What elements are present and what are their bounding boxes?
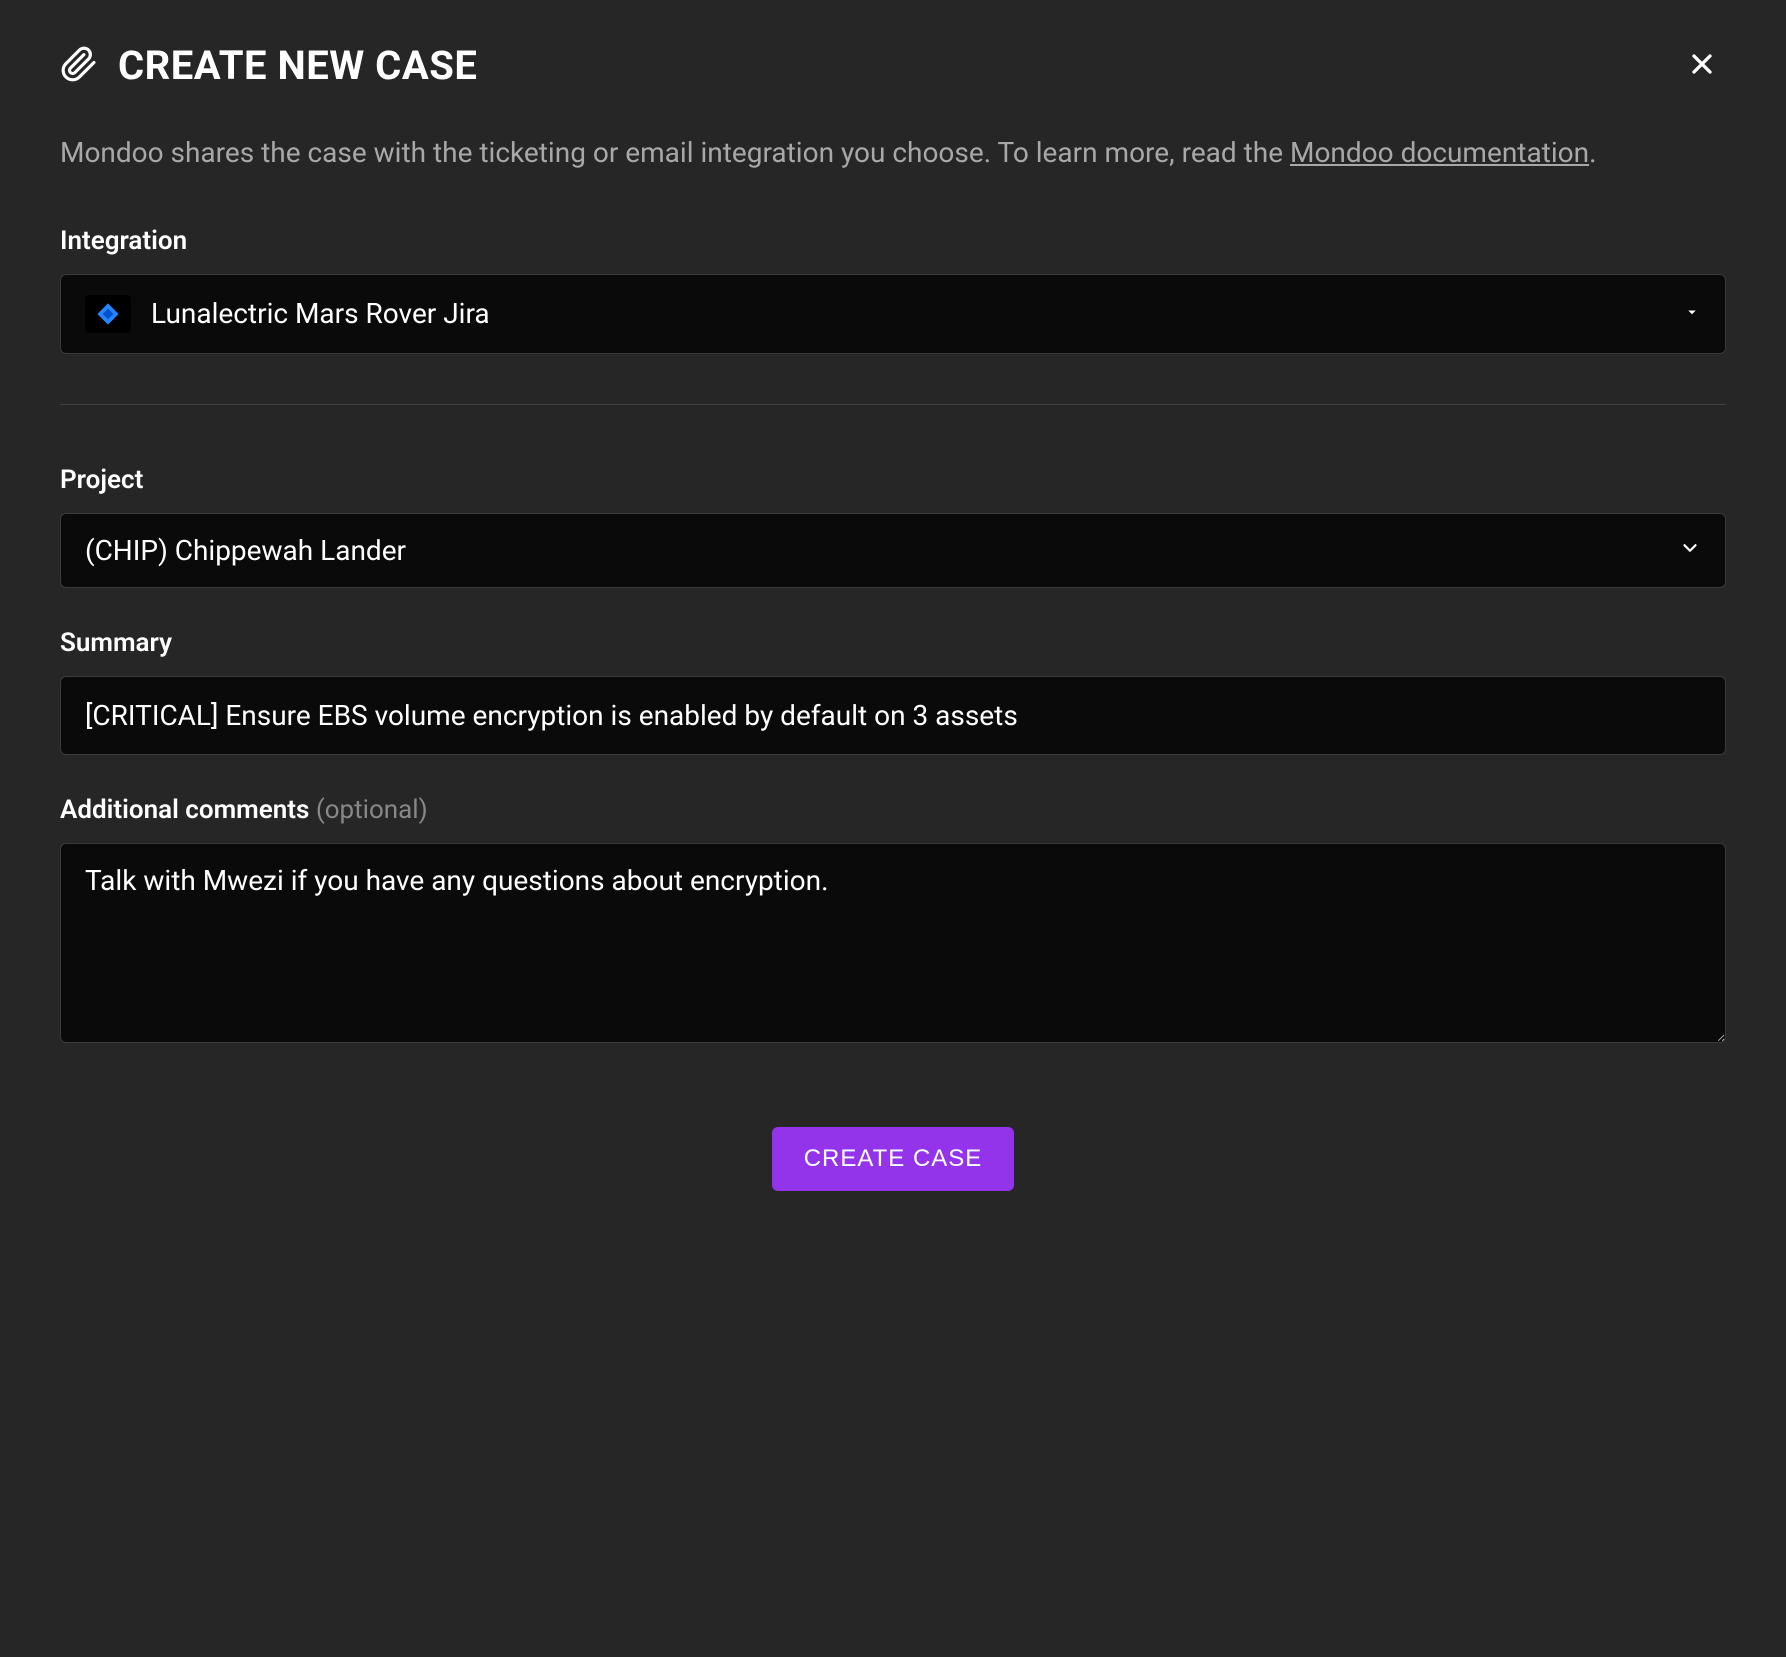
close-icon	[1686, 48, 1718, 83]
documentation-link[interactable]: Mondoo documentation	[1290, 136, 1589, 169]
integration-select-left: Lunalectric Mars Rover Jira	[85, 295, 490, 333]
project-select[interactable]: (CHIP) Chippewah Lander	[60, 513, 1726, 588]
chevron-down-icon	[1683, 303, 1701, 325]
project-label: Project	[60, 465, 1726, 495]
button-container: CREATE CASE	[60, 1127, 1726, 1191]
chevron-down-icon	[1679, 537, 1701, 563]
dialog-header: CREATE NEW CASE	[60, 40, 1726, 91]
divider	[60, 404, 1726, 405]
comments-label-text: Additional comments	[60, 795, 316, 825]
description-text-before: Mondoo shares the case with the ticketin…	[60, 136, 1290, 169]
dialog-description: Mondoo shares the case with the ticketin…	[60, 131, 1726, 176]
integration-select[interactable]: Lunalectric Mars Rover Jira	[60, 274, 1726, 354]
header-left: CREATE NEW CASE	[60, 42, 477, 89]
dialog-title: CREATE NEW CASE	[118, 42, 477, 89]
jira-icon	[85, 295, 131, 333]
comments-label: Additional comments (optional)	[60, 795, 1726, 825]
comments-textarea[interactable]	[60, 843, 1726, 1043]
description-text-after: .	[1589, 136, 1596, 169]
close-button[interactable]	[1678, 40, 1726, 91]
comments-form-group: Additional comments (optional)	[60, 795, 1726, 1047]
integration-label: Integration	[60, 226, 1726, 256]
integration-value: Lunalectric Mars Rover Jira	[151, 297, 490, 330]
project-form-group: Project (CHIP) Chippewah Lander	[60, 465, 1726, 588]
project-value: (CHIP) Chippewah Lander	[85, 534, 406, 567]
summary-input[interactable]	[60, 676, 1726, 755]
integration-form-group: Integration Lunalectric Mars Rover Jira	[60, 226, 1726, 354]
summary-label: Summary	[60, 628, 1726, 658]
summary-form-group: Summary	[60, 628, 1726, 755]
create-case-button[interactable]: CREATE CASE	[772, 1127, 1015, 1191]
paperclip-icon	[60, 45, 98, 87]
comments-optional-text: (optional)	[316, 795, 428, 825]
